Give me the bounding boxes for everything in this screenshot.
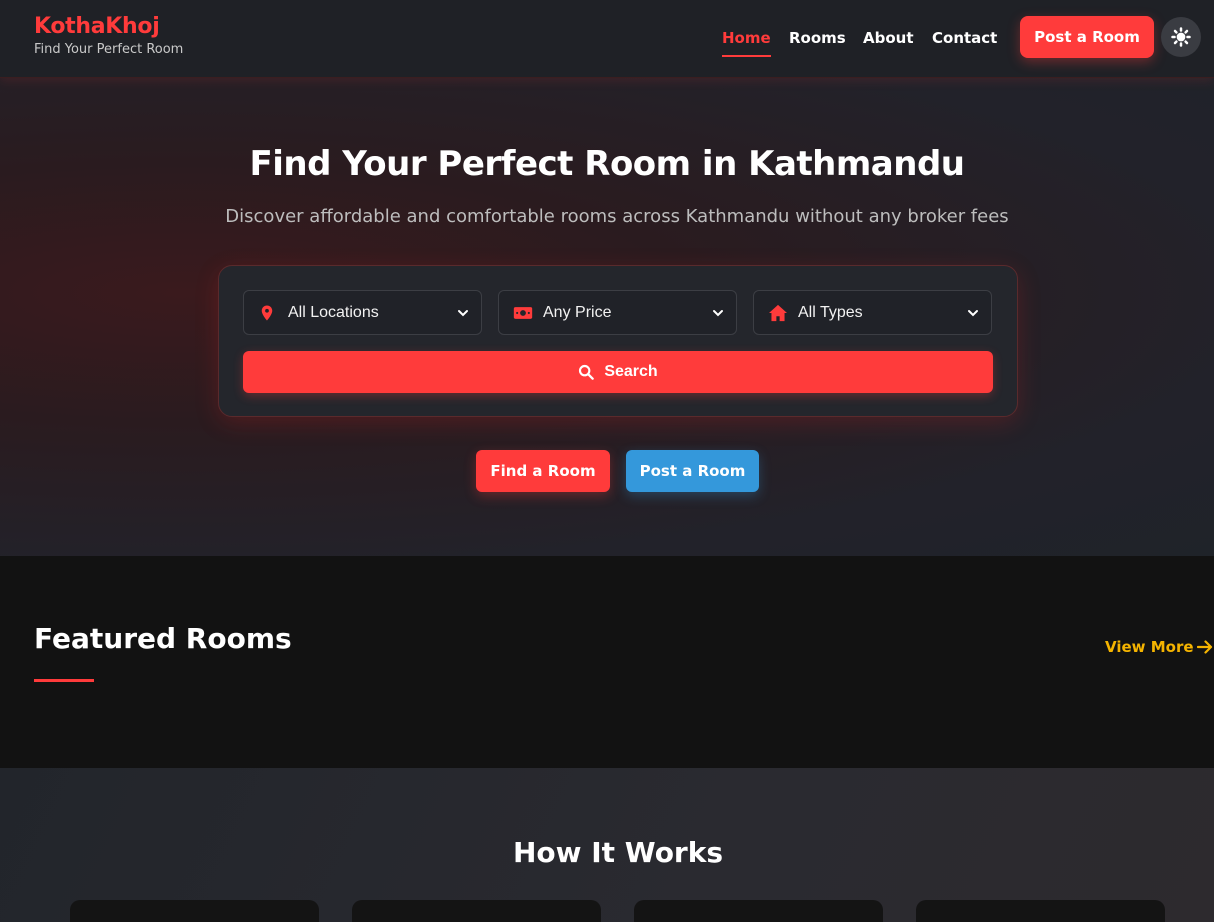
hero-section: Find Your Perfect Room in Kathmandu Disc… xyxy=(0,78,1214,556)
brand-name[interactable]: KothaKhoj xyxy=(34,14,183,39)
post-room-hero-button[interactable]: Post a Room xyxy=(626,450,759,492)
nav-home[interactable]: Home xyxy=(722,29,771,57)
title-underline xyxy=(34,679,94,682)
hero-title: Find Your Perfect Room in Kathmandu xyxy=(249,144,966,184)
location-select[interactable]: All Locations xyxy=(243,290,482,335)
featured-title: Featured Rooms xyxy=(34,622,292,655)
site-header: KothaKhoj Find Your Perfect Room Home Ro… xyxy=(0,0,1214,78)
step-card xyxy=(916,900,1165,922)
find-room-button[interactable]: Find a Room xyxy=(476,450,610,492)
nav-rooms[interactable]: Rooms xyxy=(789,29,846,47)
chevron-down-icon xyxy=(968,310,978,317)
location-select-value: All Locations xyxy=(288,304,379,321)
chevron-down-icon xyxy=(458,310,468,317)
how-it-works-section: How It Works xyxy=(0,768,1214,922)
hero-subtitle: Discover affordable and comfortable room… xyxy=(225,206,1009,227)
price-select-value: Any Price xyxy=(543,304,612,321)
search-button-label: Search xyxy=(604,363,658,380)
map-pin-icon xyxy=(261,305,273,321)
search-button[interactable]: Search xyxy=(243,351,993,393)
arrow-right-icon xyxy=(1196,640,1212,654)
featured-section: Featured Rooms View More xyxy=(0,556,1214,768)
money-icon xyxy=(513,307,533,319)
search-panel: All Locations Any Price All Types Search xyxy=(218,265,1018,417)
step-card xyxy=(352,900,601,922)
brand[interactable]: KothaKhoj Find Your Perfect Room xyxy=(34,14,183,57)
step-card xyxy=(70,900,319,922)
search-icon xyxy=(579,364,595,380)
theme-toggle-button[interactable] xyxy=(1161,17,1201,57)
sun-icon xyxy=(1171,27,1191,47)
nav-about[interactable]: About xyxy=(863,29,914,47)
step-card xyxy=(634,900,883,922)
type-select-value: All Types xyxy=(798,304,863,321)
how-it-works-title: How It Works xyxy=(512,836,724,869)
home-icon xyxy=(769,304,787,322)
view-more-link[interactable]: View More xyxy=(1105,638,1213,656)
nav-contact[interactable]: Contact xyxy=(932,29,997,47)
price-select[interactable]: Any Price xyxy=(498,290,737,335)
view-more-label: View More xyxy=(1105,638,1194,656)
post-room-button[interactable]: Post a Room xyxy=(1020,16,1154,58)
type-select[interactable]: All Types xyxy=(753,290,992,335)
brand-tagline: Find Your Perfect Room xyxy=(34,42,184,57)
chevron-down-icon xyxy=(713,310,723,317)
